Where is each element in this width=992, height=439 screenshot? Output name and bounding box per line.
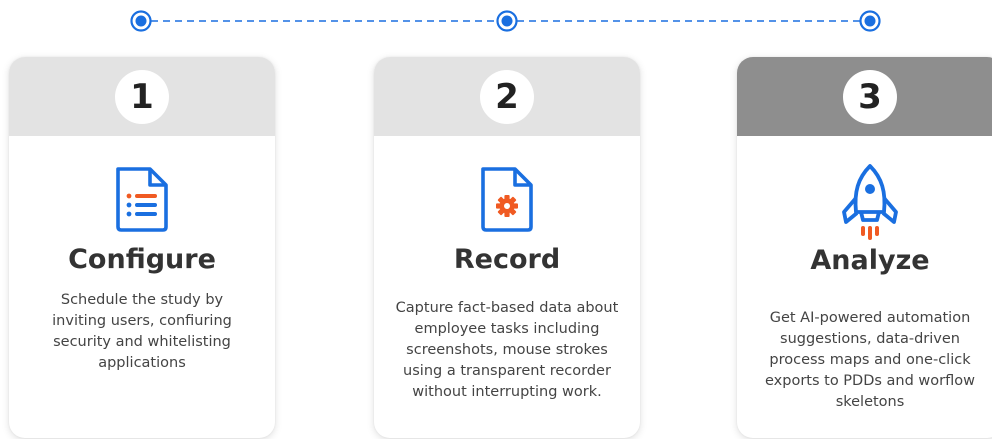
description-line: without interrupting work. — [412, 384, 602, 400]
step-card-header: 1 — [9, 57, 275, 136]
description-line: Capture fact-based data about — [395, 300, 619, 316]
step-card-header: 3 — [737, 57, 992, 136]
step-card-record: 2 Record Capture fact-based data about e… — [374, 57, 640, 438]
step-number-badge: 2 — [480, 69, 534, 124]
step-description: Schedule the study by inviting users, co… — [19, 290, 265, 374]
step-number-badge: 1 — [115, 69, 169, 124]
timeline-node-3 — [859, 10, 881, 32]
description-line: screenshots, mouse strokes — [406, 342, 608, 358]
description-line: suggestions, data-driven — [780, 331, 960, 347]
timeline-node-2 — [496, 10, 518, 32]
step-card-analyze: 3 Analyze Get AI-powered automation sugg… — [737, 57, 992, 438]
step-number-badge: 3 — [843, 69, 897, 124]
description-line: skeletons — [835, 394, 905, 410]
progress-timeline — [130, 10, 881, 32]
step-card-configure: 1 Configure Schedule the study by inviti… — [9, 57, 275, 438]
step-title: Configure — [68, 244, 216, 275]
step-description: Get AI-powered automation suggestions, d… — [747, 308, 992, 413]
description-line: exports to PDDs and worflow — [765, 373, 975, 389]
step-card-header: 2 — [374, 57, 640, 136]
description-line: applications — [98, 355, 186, 371]
timeline-node-1 — [130, 10, 152, 32]
rocket-icon — [837, 162, 903, 246]
description-line: Get AI-powered automation — [769, 310, 971, 326]
description-line: inviting users, confiuring — [52, 313, 232, 329]
description-line: process maps and one-click — [769, 352, 971, 368]
description-line: employee tasks including — [414, 321, 600, 337]
step-description: Capture fact-based data about employee t… — [384, 298, 630, 403]
gear-document-icon — [477, 165, 537, 233]
description-line: using a transparent recorder — [403, 363, 611, 379]
description-line: security and whitelisting — [53, 334, 231, 350]
description-line: Schedule the study by — [60, 292, 224, 308]
step-title: Analyze — [810, 245, 930, 276]
step-title: Record — [453, 244, 561, 275]
list-document-icon — [112, 165, 172, 233]
